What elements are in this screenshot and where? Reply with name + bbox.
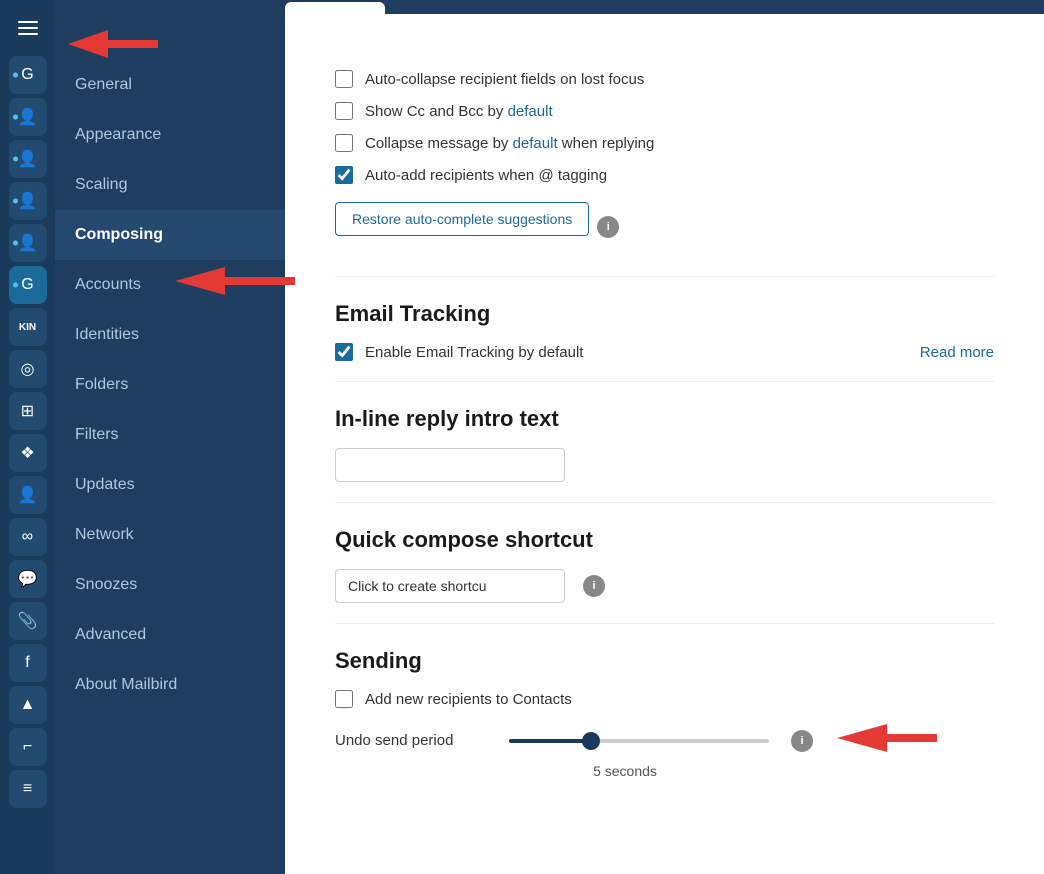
infinity-icon: ∞ [22,528,33,546]
restore-button[interactable]: Restore auto-complete suggestions [335,202,589,236]
person-icon-3: 👤 [18,191,38,211]
sidebar-item-network[interactable]: Network [55,510,285,560]
sidebar-item-filters[interactable]: Filters [55,410,285,460]
inline-reply-title: In-line reply intro text [335,406,994,432]
hamburger-menu[interactable] [10,10,46,46]
sending-title: Sending [335,648,994,674]
enable-tracking-label: Enable Email Tracking by default [365,344,583,361]
rail-icon-person4[interactable]: 👤 [9,224,47,262]
restore-row: Restore auto-complete suggestions i [335,198,994,256]
checkbox-row-add-recipients: Add new recipients to Contacts [335,690,994,708]
checkbox-row-auto-add: Auto-add recipients when @ tagging [335,166,994,184]
person-icon-2: 👤 [18,149,38,169]
slider-row: Undo send period i [335,722,994,759]
sidebar-item-about[interactable]: About Mailbird [55,660,285,710]
icon-rail: G 👤 👤 👤 👤 G KIN ◎ ⊞ ❖ 👤 ∞ 💬 📎 [0,0,55,874]
auto-collapse-label: Auto-collapse recipient fields on lost f… [365,71,644,88]
sidebar-item-composing[interactable]: Composing [55,210,285,260]
rail-icon-person5[interactable]: 👤 [9,476,47,514]
quick-compose-title: Quick compose shortcut [335,527,994,553]
show-cc-label: Show Cc and Bcc by default [365,103,553,120]
grid-icon: ⊞ [21,401,34,421]
person-icon-4: 👤 [18,233,38,253]
dropbox-icon: ❖ [20,443,34,463]
undo-send-slider[interactable] [509,739,769,743]
sidebar: General Appearance Scaling Composing Acc… [55,0,285,874]
divider-2 [335,381,994,382]
read-more-link[interactable]: Read more [920,344,994,361]
sidebar-item-advanced[interactable]: Advanced [55,610,285,660]
g-icon-2: G [21,276,33,294]
auto-add-label: Auto-add recipients when @ tagging [365,167,607,184]
rail-icon-person1[interactable]: 👤 [9,98,47,136]
undo-send-info-icon[interactable]: i [791,730,813,752]
drive-icon: ▲ [20,696,36,714]
g-icon: G [21,66,33,84]
checkbox-row-tracking: Enable Email Tracking by default [335,343,920,361]
checkbox-row-collapse-msg: Collapse message by default when replyin… [335,134,994,152]
rail-icon-fb[interactable]: f [9,644,47,682]
shortcut-row: i [335,569,994,603]
rail-icon-kin[interactable]: KIN [9,308,47,346]
default-highlight-2: default [513,135,558,152]
sidebar-item-general[interactable]: General [55,60,285,110]
fb-icon: f [25,654,29,672]
checkbox-collapse-msg[interactable] [335,134,353,152]
sidebar-item-folders[interactable]: Folders [55,360,285,410]
person-icon-5: 👤 [18,485,38,505]
divider-1 [335,276,994,277]
layers-icon: ≡ [23,780,32,798]
rail-icon-dropbox[interactable]: ❖ [9,434,47,472]
shortcut-info-icon[interactable]: i [583,575,605,597]
divider-4 [335,623,994,624]
sidebar-item-appearance[interactable]: Appearance [55,110,285,160]
sidebar-item-scaling[interactable]: Scaling [55,160,285,210]
main-content: Auto-collapse recipient fields on lost f… [285,0,1044,874]
checkbox-row-show-cc: Show Cc and Bcc by default [335,102,994,120]
kin-icon: KIN [19,322,36,333]
rail-icon-layers[interactable]: ≡ [9,770,47,808]
active-tab[interactable] [285,2,385,14]
person-icon-1: 👤 [18,107,38,127]
checkbox-add-recipients[interactable] [335,690,353,708]
email-tracking-row: Enable Email Tracking by default Read mo… [335,343,994,361]
top-tabs [285,0,1044,14]
bracket-icon: ⌐ [23,738,32,756]
undo-send-label: Undo send period [335,732,495,749]
rail-icon-drive[interactable]: ▲ [9,686,47,724]
add-recipients-label: Add new recipients to Contacts [365,691,572,708]
rail-icon-bracket[interactable]: ⌐ [9,728,47,766]
checkbox-row-auto-collapse: Auto-collapse recipient fields on lost f… [335,70,994,88]
sidebar-item-updates[interactable]: Updates [55,460,285,510]
restore-info-icon[interactable]: i [597,216,619,238]
checkbox-auto-collapse[interactable] [335,70,353,88]
circle-icon: ◎ [21,359,35,379]
rail-icon-circle[interactable]: ◎ [9,350,47,388]
sidebar-item-accounts[interactable]: Accounts [55,260,285,310]
checkbox-enable-tracking[interactable] [335,343,353,361]
sidebar-item-snoozes[interactable]: Snoozes [55,560,285,610]
rail-icon-grid[interactable]: ⊞ [9,392,47,430]
email-tracking-title: Email Tracking [335,301,994,327]
rail-icon-g2[interactable]: G [9,266,47,304]
rail-icon-infinity[interactable]: ∞ [9,518,47,556]
undo-send-seconds: 5 seconds [495,763,755,779]
divider-3 [335,502,994,503]
clip-icon: 📎 [18,611,38,631]
rail-icon-person3[interactable]: 👤 [9,182,47,220]
whatsapp-icon: 💬 [18,569,38,589]
rail-icon-clip[interactable]: 📎 [9,602,47,640]
rail-icon-g[interactable]: G [9,56,47,94]
rail-icon-person2[interactable]: 👤 [9,140,47,178]
collapse-msg-label: Collapse message by default when replyin… [365,135,654,152]
shortcut-input[interactable] [335,569,565,603]
inline-reply-input[interactable] [335,448,565,482]
default-highlight-1: default [508,103,553,120]
checkbox-show-cc[interactable] [335,102,353,120]
checkbox-auto-add[interactable] [335,166,353,184]
rail-icon-whatsapp[interactable]: 💬 [9,560,47,598]
sidebar-item-identities[interactable]: Identities [55,310,285,360]
